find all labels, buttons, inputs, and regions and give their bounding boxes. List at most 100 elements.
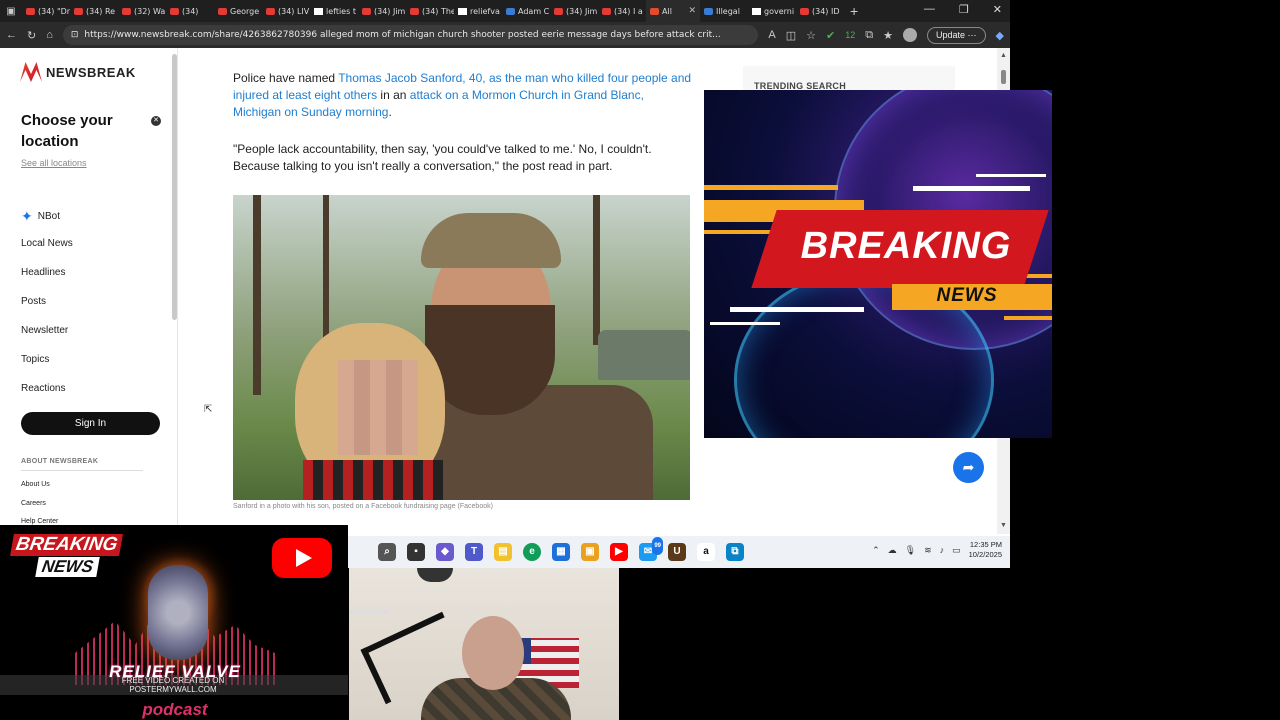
new-tab-button[interactable]: + [850,3,858,19]
split-screen-icon[interactable]: ◫ [786,29,796,42]
browser-tab[interactable]: All ✕ [646,0,700,22]
careers-link[interactable]: Careers [21,500,46,507]
nav-label: Newsletter [21,325,69,336]
sidebar-scrollbar[interactable] [172,54,177,320]
browser-tab[interactable]: (34) Jim [358,0,406,22]
tab-label: (34) [182,6,199,16]
teams-icon[interactable]: T [465,543,483,561]
favorite-star-icon[interactable]: ☆ [806,29,816,42]
browser-tab[interactable]: George [214,0,262,22]
cloud-icon[interactable]: ☁ [888,545,897,556]
volume-icon[interactable]: ♪ [940,545,945,555]
nav-label: Headlines [21,267,66,278]
window-menu-icon[interactable]: ▣ [0,6,22,17]
minimize-icon[interactable]: — [924,3,935,16]
browser-tab[interactable]: (34) [166,0,214,22]
extensions-icon[interactable]: ⧉ [865,29,873,42]
nav-item-local-news[interactable]: Local News [21,238,73,249]
scrollbar-thumb[interactable] [1001,70,1006,84]
nav-label: Local News [21,238,73,249]
address-bar: ← ↻ ⌂ ⊡ https://www.newsbreak.com/share/… [0,22,1010,48]
nav-item-headlines[interactable]: Headlines [21,267,65,278]
nav-item-nbot[interactable]: ✦ NBot [21,208,60,225]
tab-label: (34) The [422,6,454,16]
favorites-icon[interactable]: ★ [883,29,893,42]
ups-icon[interactable]: U [668,543,686,561]
browser-tab[interactable]: (34) LIV [262,0,310,22]
watermark-text: POSTERMYWALL.COM [129,685,217,694]
browser-tab[interactable]: lefties t [310,0,358,22]
tab-label: governi [764,6,795,16]
browser-tab[interactable]: reliefva [454,0,502,22]
home-icon[interactable]: ⌂ [46,29,53,41]
close-tab-icon[interactable]: ✕ [688,6,696,16]
browser-tab[interactable]: (34) Re [70,0,118,22]
scroll-up-icon[interactable]: ▲ [1000,52,1007,59]
see-all-locations-link[interactable]: See all locations [21,158,87,168]
text: in an [377,88,410,102]
browser-tab[interactable]: (34) "Dr [22,0,70,22]
refresh-icon[interactable]: ↻ [27,29,36,42]
site-info-icon[interactable]: ⊡ [71,30,79,40]
browser-tab[interactable]: Illegal [700,0,748,22]
task-view-icon[interactable]: ▪ [407,543,425,561]
clock[interactable]: 12:35 PM 10/2/2025 [969,540,1002,560]
browser-tab[interactable]: (34) I a [598,0,646,22]
chevron-up-icon[interactable]: ⌃ [872,545,880,556]
microphone-icon[interactable]: 🎙 [905,545,916,556]
white-line [710,322,780,325]
youtube-icon[interactable]: ▶ [610,543,628,561]
wifi-icon[interactable]: ≋ [924,545,932,556]
time: 12:35 PM [969,540,1002,549]
copilot-icon[interactable]: ◆ [996,29,1004,42]
browser-tab[interactable]: governi [748,0,796,22]
update-button[interactable]: Update ⋯ [926,26,986,44]
browser-tab[interactable]: (32) Wa [118,0,166,22]
close-location-icon[interactable]: ✕ [151,116,161,126]
help-center-link[interactable]: Help Center [21,518,58,525]
newsbreak-logo[interactable]: NEWSBREAK [20,62,136,82]
check-extension-icon[interactable]: ✔ [826,29,835,42]
nav-item-topics[interactable]: Topics [21,354,49,365]
back-icon[interactable]: ← [6,29,17,41]
update-button-label: Update [935,29,966,40]
tab-list: (34) "Dr (34) Re (32) Wa (34) George (34) LIV… [22,0,844,22]
tree [593,195,600,345]
close-window-icon[interactable]: ✕ [993,3,1002,16]
read-aloud-icon[interactable]: A [768,29,775,41]
extension-badge-icon[interactable]: 12 [845,30,855,40]
nav-item-newsletter[interactable]: Newsletter [21,325,68,336]
search-icon[interactable]: ⌕ [378,543,396,561]
nav-item-posts[interactable]: Posts [21,296,46,307]
nav-item-reactions[interactable]: Reactions [21,383,65,394]
edge-icon[interactable]: e [523,543,541,561]
amazon-icon[interactable]: a [697,543,715,561]
copilot-icon[interactable]: ◆ [436,543,454,561]
about-us-link[interactable]: About Us [21,481,50,488]
profile-avatar[interactable] [902,28,917,42]
podcast-graphic: BREAKING NEWS RELIEF VALVE FREE VIDEO CR… [0,525,348,720]
share-button[interactable]: ➦ [953,452,984,483]
bag-icon[interactable]: ▣ [581,543,599,561]
man-cap [421,213,561,268]
scroll-down-icon[interactable]: ▼ [1000,522,1007,529]
file-explorer-icon[interactable]: ▤ [494,543,512,561]
browser-tab[interactable]: (34) The [406,0,454,22]
restore-icon[interactable]: ❐ [959,3,969,16]
x-icon [314,7,323,15]
url-field[interactable]: ⊡ https://www.newsbreak.com/share/426386… [62,25,759,45]
store-icon[interactable]: ▦ [552,543,570,561]
battery-icon[interactable]: ▭ [952,545,961,556]
app-icon[interactable]: ⧉ [726,543,744,561]
messenger-icon[interactable]: ✉ 99 [639,537,663,561]
browser-tab[interactable]: (34) ID [796,0,844,22]
sign-in-button[interactable]: Sign In [21,412,160,435]
newsbreak-icon [650,7,659,15]
youtube-icon [410,7,419,15]
browser-tab[interactable]: Adam C [502,0,550,22]
nav-label: Topics [21,354,50,365]
browser-tab[interactable]: (34) Jim [550,0,598,22]
youtube-icon [170,7,179,15]
logo-text: NEWSBREAK [46,64,136,80]
divider [21,470,143,471]
